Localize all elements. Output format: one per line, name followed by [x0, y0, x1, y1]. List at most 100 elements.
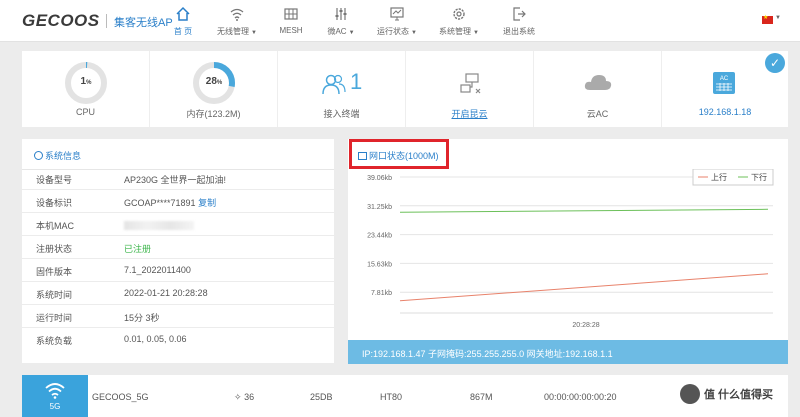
brand-divider: [106, 14, 107, 28]
chart-x-ticks: 20:28:28: [572, 322, 599, 329]
y-tick-label: 39.06kb: [367, 175, 392, 182]
monitor-icon: [390, 7, 404, 21]
highlight-box: [349, 139, 449, 169]
stats-bar: 1% CPU 28% 内存(123.2M) 1 接入终端 开启昆云 云AC AC…: [22, 51, 788, 127]
gear-icon: [453, 8, 465, 20]
info-key: 系统负载: [36, 336, 73, 346]
info-key: 固件版本: [36, 267, 73, 277]
chart-legend: 上行 下行: [692, 169, 774, 186]
y-tick-label: 31.25kb: [367, 204, 392, 211]
info-value: 7.1_2022011400: [124, 265, 191, 275]
system-info-panel: 系统信息 设备型号 AP230G 全世界一起加油! 设备标识 GCOAP****…: [22, 139, 334, 363]
nav-system[interactable]: 系统管理 ▼: [436, 6, 482, 40]
cloud-open-stat[interactable]: 开启昆云: [406, 51, 534, 127]
memory-gauge: 28%: [192, 61, 236, 105]
watermark-text: 值 什么值得买: [704, 389, 774, 401]
cloud-ac-label: 云AC: [586, 109, 609, 119]
traffic-chart: 39.06kb 31.25kb 23.44kb 15.63kb 7.81kb 20:28…: [367, 169, 774, 329]
brand-subtitle: 集客无线AP: [114, 17, 173, 29]
info-key: 运行时间: [36, 313, 73, 323]
nav-mesh[interactable]: MESH: [278, 6, 304, 40]
nav-logout-label: 退出系统: [503, 27, 535, 36]
y-tick-label: 23.44kb: [367, 233, 392, 240]
channel-text: 36: [244, 392, 255, 402]
info-key: 系统时间: [36, 290, 73, 300]
series-line-上行: [399, 273, 769, 302]
system-info-title: 系统信息: [45, 151, 82, 161]
users-icon: [322, 74, 346, 95]
info-row-registration: 注册状态 已注册: [22, 236, 334, 259]
logout-icon: [513, 7, 526, 21]
series-line-下行: [399, 208, 769, 213]
legend-label: 上行: [711, 172, 727, 182]
cpu-gauge: 1%: [64, 61, 108, 105]
memory-label: 内存(123.2M): [186, 109, 241, 119]
cloud-open-link[interactable]: 开启昆云: [406, 107, 533, 120]
network-icon: [460, 73, 481, 94]
y-tick-label: 7.81kb: [371, 290, 392, 297]
info-value: GCOAP****71891: [124, 198, 196, 208]
nav-mesh-label: MESH: [279, 26, 303, 35]
nav-wireless-label: 无线管理: [217, 27, 250, 36]
nav-wireless[interactable]: 无线管理 ▼: [214, 6, 260, 40]
chart-series: [399, 208, 769, 302]
chart-y-ticks: 39.06kb 31.25kb 23.44kb 15.63kb 7.81kb: [367, 175, 392, 297]
ac-ip-label[interactable]: 192.168.1.18: [662, 107, 788, 117]
home-icon: [176, 6, 190, 21]
cpu-label: CPU: [75, 107, 95, 117]
cpu-unit: %: [86, 80, 92, 86]
cloud-ac-stat[interactable]: 云AC: [534, 51, 662, 127]
wifi-icon: [45, 383, 65, 399]
system-info-heading: 系统信息: [34, 149, 81, 162]
nav-home-label: 首 页: [173, 27, 193, 36]
info-value: 15分 3秒: [124, 313, 160, 323]
nav-home[interactable]: 首 页: [170, 6, 196, 40]
info-key: 本机MAC: [36, 221, 74, 231]
cloud-icon: [584, 75, 612, 90]
info-row-device-id: 设备标识 GCOAP****71891 复制: [22, 190, 334, 213]
clients-label: 接入终端: [323, 109, 360, 119]
info-row-firmware: 固件版本 7.1_2022011400: [22, 259, 334, 282]
band-badge: 5G: [22, 375, 88, 417]
chart-grid: [400, 176, 773, 314]
redacted-mac: [124, 221, 194, 230]
nav-microac[interactable]: 微AC ▼: [326, 6, 356, 40]
ac-badge-text: AC: [720, 76, 729, 82]
info-key: 注册状态: [36, 244, 73, 254]
memory-value: 28: [205, 76, 217, 87]
info-value: 2022-01-21 20:28:28: [124, 288, 208, 298]
nav-logout[interactable]: 退出系统: [502, 6, 536, 40]
rate-text: 867M: [470, 392, 493, 402]
x-tick-label: 20:28:28: [572, 322, 599, 329]
chevron-down-icon: ▼: [251, 30, 257, 36]
check-icon: ✓: [765, 53, 785, 73]
y-tick-label: 15.63kb: [367, 261, 392, 268]
info-row-uptime: 运行时间 15分 3秒: [22, 305, 334, 328]
clients-stat[interactable]: 1 接入终端: [278, 51, 406, 127]
info-value: 已注册: [124, 244, 152, 254]
ac-device-icon: AC: [713, 72, 735, 94]
nav-microac-label: 微AC: [327, 27, 347, 36]
info-value: AP230G 全世界一起加油!: [124, 175, 227, 185]
network-info-text: IP:192.168.1.47 子网掩码:255.255.255.0 网关地址:…: [362, 349, 613, 359]
info-row-model: 设备型号 AP230G 全世界一起加油!: [22, 167, 334, 190]
copy-link[interactable]: 复制: [198, 198, 216, 208]
sliders-icon: [335, 8, 347, 20]
info-row-time: 系统时间 2022-01-21 20:28:28: [22, 282, 334, 305]
info-row-load: 系统负载 0.01, 0.05, 0.06: [22, 328, 334, 351]
nav-system-label: 系统管理: [439, 27, 472, 36]
cpu-stat: 1% CPU: [22, 51, 150, 127]
nav-status[interactable]: 运行状态 ▼: [374, 6, 420, 40]
radio-row: 5G GECOOS_5G ✧ 36 25DB HT80 867M 00:00:0…: [22, 375, 788, 417]
brand-logo: GECOOS: [22, 11, 100, 30]
language-flag-icon[interactable]: ★: [762, 15, 773, 24]
mode-text: HT80: [380, 392, 403, 402]
memory-stat: 28% 内存(123.2M): [150, 51, 278, 127]
nav-status-label: 运行状态: [377, 27, 410, 36]
chevron-down-icon: ▼: [473, 30, 479, 36]
chevron-down-icon[interactable]: ▼: [775, 15, 781, 21]
power-text: 25DB: [310, 392, 333, 402]
mac-text: 00:00:00:00:00:20: [544, 392, 617, 402]
memory-unit: %: [216, 80, 223, 86]
chevron-down-icon: ▼: [411, 30, 417, 36]
